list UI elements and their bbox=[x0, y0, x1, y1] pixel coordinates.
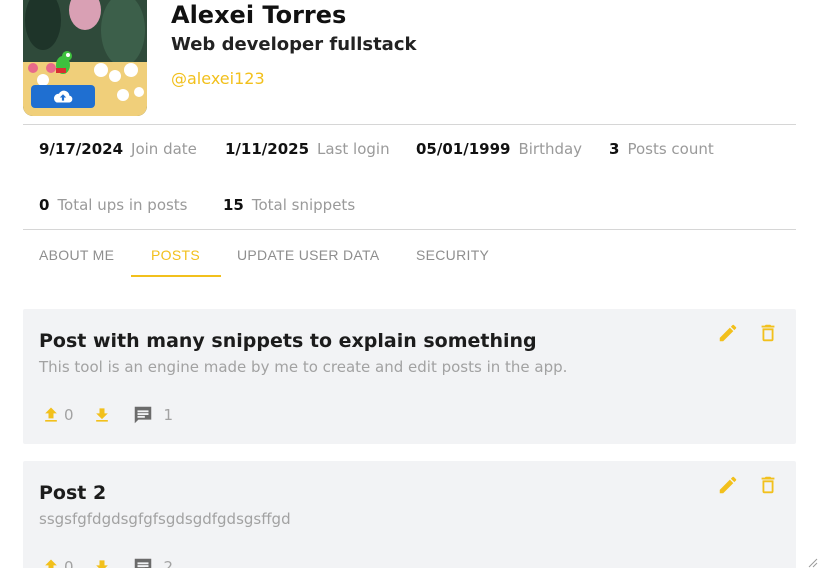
post-card[interactable]: Post 2 ssgsfgfdgdsgfgfsgdsgdfgdsgsffgd 0… bbox=[23, 461, 796, 568]
post-description: This tool is an engine made by me to cre… bbox=[39, 358, 568, 376]
stat-join-date: 9/17/2024 Join date bbox=[39, 140, 197, 158]
post-title[interactable]: Post 2 bbox=[39, 482, 106, 504]
stat-value: 15 bbox=[223, 196, 244, 214]
tab-update-user-data[interactable]: UPDATE USER DATA bbox=[237, 247, 379, 263]
upvote-icon[interactable] bbox=[41, 405, 61, 425]
upvote-icon[interactable] bbox=[41, 557, 61, 568]
profile-job-title: Web developer fullstack bbox=[171, 34, 417, 55]
stat-label: Last login bbox=[317, 140, 390, 158]
delete-post-button[interactable] bbox=[757, 322, 779, 344]
stat-value: 3 bbox=[609, 140, 620, 158]
active-tab-indicator bbox=[131, 275, 221, 277]
stat-label: Total snippets bbox=[251, 196, 356, 214]
stat-last-login: 1/11/2025 Last login bbox=[225, 140, 390, 158]
comment-icon[interactable] bbox=[132, 404, 154, 426]
post-description: ssgsfgfdgdsgfgfsgdsgdfgdsgsffgd bbox=[39, 510, 291, 528]
profile-name: Alexei Torres bbox=[171, 1, 347, 29]
trash-icon bbox=[761, 324, 775, 342]
comment-icon[interactable] bbox=[132, 556, 154, 568]
stat-label: Join date bbox=[131, 140, 197, 158]
stat-value: 1/11/2025 bbox=[225, 140, 310, 158]
pencil-icon bbox=[719, 476, 737, 494]
profile-avatar bbox=[23, 0, 147, 116]
edit-post-button[interactable] bbox=[717, 474, 739, 496]
post-meta: 0 2 bbox=[41, 556, 173, 568]
downvote-icon[interactable] bbox=[92, 557, 112, 568]
stat-value: 9/17/2024 bbox=[39, 140, 124, 158]
stat-label: Total ups in posts bbox=[57, 196, 188, 214]
stat-value: 0 bbox=[39, 196, 50, 214]
delete-post-button[interactable] bbox=[757, 474, 779, 496]
downvote-icon[interactable] bbox=[92, 405, 112, 425]
stat-posts-count: 3 Posts count bbox=[609, 140, 714, 158]
post-title[interactable]: Post with many snippets to explain somet… bbox=[39, 330, 537, 352]
divider bbox=[23, 229, 796, 230]
stat-label: Posts count bbox=[627, 140, 714, 158]
post-meta: 0 1 bbox=[41, 404, 173, 426]
stat-total-snippets: 15 Total snippets bbox=[223, 196, 355, 214]
upvote-count: 0 bbox=[64, 558, 74, 568]
tab-security[interactable]: SECURITY bbox=[416, 247, 489, 263]
comment-count: 2 bbox=[163, 558, 174, 568]
cloud-upload-icon bbox=[53, 90, 73, 102]
stat-label: Birthday bbox=[518, 140, 583, 158]
stat-value: 05/01/1999 bbox=[416, 140, 511, 158]
pencil-icon bbox=[719, 324, 737, 342]
upload-avatar-button[interactable] bbox=[31, 85, 95, 108]
profile-handle[interactable]: @alexei123 bbox=[171, 69, 265, 88]
comment-count: 1 bbox=[163, 406, 174, 424]
upvote-count: 0 bbox=[64, 406, 74, 424]
stat-birthday: 05/01/1999 Birthday bbox=[416, 140, 582, 158]
tab-about-me[interactable]: ABOUT ME bbox=[39, 247, 114, 263]
divider bbox=[23, 124, 796, 125]
edit-post-button[interactable] bbox=[717, 322, 739, 344]
post-card[interactable]: Post with many snippets to explain somet… bbox=[23, 309, 796, 444]
trash-icon bbox=[761, 476, 775, 494]
tab-posts[interactable]: POSTS bbox=[151, 247, 200, 263]
stat-total-ups: 0 Total ups in posts bbox=[39, 196, 188, 214]
resize-handle-icon[interactable] bbox=[806, 556, 818, 568]
